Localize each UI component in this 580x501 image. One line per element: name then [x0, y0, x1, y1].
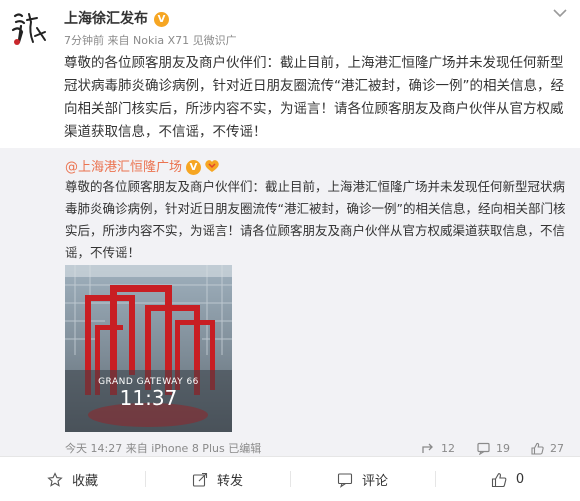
repost-count-button[interactable]: 12 — [422, 440, 455, 456]
chevron-down-icon[interactable] — [552, 4, 568, 18]
forward-icon — [192, 472, 208, 488]
favorite-label: 收藏 — [71, 474, 98, 489]
repost-source: 今天 14:27 来自 iPhone 8 Plus 已编辑 — [65, 442, 262, 455]
comment-icon — [477, 442, 490, 455]
favorite-button[interactable]: 收藏 — [0, 457, 145, 501]
thumbs-up-icon — [491, 472, 507, 488]
avatar[interactable] — [7, 6, 51, 50]
star-icon — [47, 471, 63, 488]
forward-button[interactable]: 转发 — [145, 457, 290, 501]
photo-clock-text: 11:37 — [119, 386, 178, 410]
reposted-weibo[interactable]: @上海港汇恒隆广场 V 尊敬的各位顾客朋友及商户伙伴们：截止目前，上海港汇恒隆广场… — [0, 148, 580, 456]
like-button[interactable]: 0 — [435, 457, 580, 501]
post-time[interactable]: 7分钟前 — [64, 34, 104, 47]
like-label: 0 — [515, 472, 525, 487]
repost-header: @上海港汇恒隆广场 V — [65, 156, 220, 175]
repost-body-text: 尊敬的各位顾客朋友及商户伙伴们：截止目前，上海港汇恒隆广场并未发现任何新型冠状病… — [65, 179, 566, 260]
comment-icon — [337, 472, 353, 488]
like-count-button[interactable]: 27 — [531, 440, 564, 456]
comment-button[interactable]: 评论 — [290, 457, 435, 501]
comment-count: 19 — [496, 441, 510, 455]
comment-label: 评论 — [361, 474, 388, 489]
vip-badge-icon — [204, 159, 220, 173]
like-count: 27 — [550, 441, 564, 455]
repost-footer: 今天 14:27 来自 iPhone 8 Plus 已编辑 12 19 27 — [65, 440, 570, 456]
verified-badge-icon: V — [154, 12, 169, 27]
verified-badge-icon: V — [186, 160, 202, 175]
post-meta: 7分钟前 来自 Nokia X71 见微识广 — [64, 32, 237, 48]
comment-count-button[interactable]: 19 — [477, 440, 510, 456]
post-header: 上海徐汇发布 V 7分钟前 来自 Nokia X71 见微识广 — [0, 0, 580, 52]
repost-author-link[interactable]: @上海港汇恒隆广场 — [65, 160, 182, 175]
post-body-text: 尊敬的各位顾客朋友及商户伙伴们：截止目前，上海港汇恒隆广场并未发现任何新型冠状病… — [64, 55, 564, 140]
repost-photo[interactable]: GRAND GATEWAY 66 11:37 — [65, 265, 232, 432]
thumbs-up-icon — [531, 442, 544, 455]
post-source: 来自 Nokia X71 见微识广 — [107, 34, 237, 47]
forward-label: 转发 — [216, 474, 243, 489]
action-bar: 收藏 转发 评论 0 — [0, 456, 580, 501]
forward-icon — [422, 442, 435, 455]
author-name[interactable]: 上海徐汇发布 V — [64, 8, 169, 28]
author-name-text[interactable]: 上海徐汇发布 — [64, 11, 148, 27]
repost-count: 12 — [441, 441, 455, 455]
